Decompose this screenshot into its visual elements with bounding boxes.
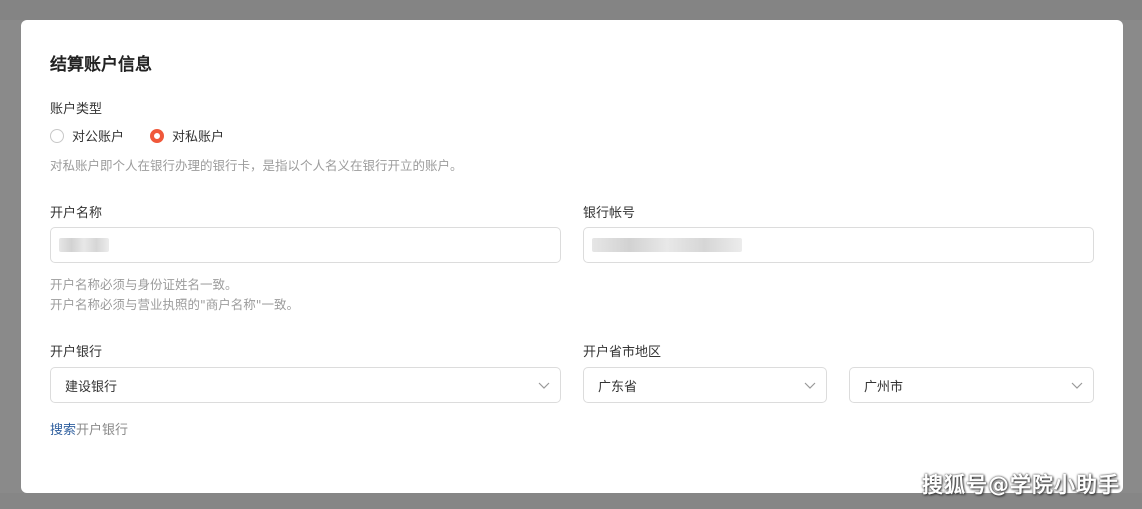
settlement-account-card: 结算账户信息 账户类型 对公账户 对私账户 对私账户即个人在银行办理的银行卡，是… [21,20,1123,493]
chevron-down-icon [1071,382,1083,389]
radio-public-account[interactable]: 对公账户 [50,126,124,145]
account-name-hint-2: 开户名称必须与营业执照的"商户名称"一致。 [50,297,299,312]
account-name-input[interactable] [50,227,561,263]
region-label: 开户省市地区 [583,345,662,360]
search-bank-link[interactable]: 搜索 [50,423,76,438]
account-name-label: 开户名称 [50,206,103,221]
redacted-account-number [592,238,742,252]
search-bank-row: 搜索开户银行 [50,419,128,438]
radio-private-account-label: 对私账户 [172,130,225,145]
city-select[interactable]: 广州市 [849,367,1094,403]
city-select-value: 广州市 [864,379,904,395]
background-top [0,0,1142,20]
watermark-text: 搜狐号@学院小助手 [922,473,1120,497]
redacted-name [59,238,109,252]
bank-select[interactable]: 建设银行 [50,367,561,403]
province-select-value: 广东省 [598,379,638,395]
account-type-radio-group: 对公账户 对私账户 [50,126,250,145]
radio-circle-icon [50,128,64,143]
bank-account-label: 银行帐号 [583,206,636,221]
bank-select-value: 建设银行 [65,379,118,395]
province-select[interactable]: 广东省 [583,367,827,403]
account-type-hint: 对私账户即个人在银行办理的银行卡，是指以个人名义在银行开立的账户。 [50,158,463,173]
radio-checked-icon [150,128,165,143]
bank-label: 开户银行 [50,345,103,360]
radio-private-account[interactable]: 对私账户 [150,126,224,145]
radio-public-account-label: 对公账户 [72,130,125,145]
search-bank-suffix: 开户银行 [76,423,129,438]
bank-account-input[interactable] [583,227,1094,263]
account-name-hint-1: 开户名称必须与身份证姓名一致。 [50,277,238,292]
account-type-label: 账户类型 [50,102,103,117]
section-title: 结算账户信息 [50,55,152,75]
chevron-down-icon [538,382,550,389]
chevron-down-icon [804,382,816,389]
